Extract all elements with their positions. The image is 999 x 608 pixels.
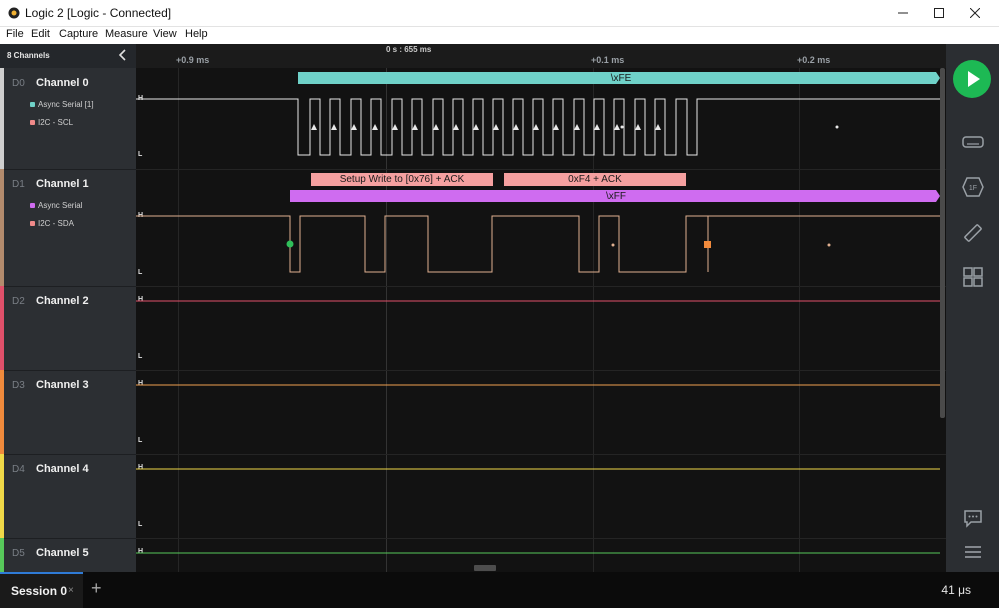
channel-count: 8 Channels: [7, 51, 50, 60]
i2c-ack-dot: [827, 243, 831, 247]
channel-0-signal: [136, 98, 940, 156]
horizontal-scrollbar-thumb[interactable]: [474, 565, 496, 571]
channel-panel-header: 8 Channels: [0, 44, 136, 68]
analyzer-icon[interactable]: 1F: [961, 175, 985, 199]
waveform-view[interactable]: 0 s : 655 ms +0.9 ms +0.1 ms +0.2 ms H L…: [136, 44, 946, 572]
channel-1-signal: [136, 215, 940, 273]
channel-row-0[interactable]: D0 Channel 0 Async Serial [1] I2C - SCL: [0, 68, 136, 170]
channel-color-stripe: [0, 169, 4, 286]
channel-row-3[interactable]: D3 Channel 3: [0, 370, 136, 455]
menu-bar: File Edit Capture Measure View Help: [0, 27, 999, 44]
session-close-button[interactable]: ×: [68, 585, 74, 596]
close-icon: [969, 7, 981, 19]
window-title: Logic 2 [Logic - Connected]: [25, 6, 172, 20]
i2c-start-marker: [286, 240, 294, 248]
analyzer-name: I2C - SCL: [38, 118, 74, 127]
i2c-address-label: Setup Write to [0x76] + ACK: [339, 174, 465, 185]
menu-help[interactable]: Help: [185, 28, 208, 40]
channel-color-stripe: [0, 538, 4, 572]
analyzer-label[interactable]: I2C - SDA: [30, 219, 75, 228]
vertical-scrollbar[interactable]: [940, 68, 945, 418]
right-sidebar: 1F: [946, 44, 999, 572]
channel-name[interactable]: Channel 3: [36, 379, 89, 391]
channel-id: D2: [12, 296, 25, 307]
device-icon[interactable]: [961, 130, 985, 154]
measure-icon[interactable]: [961, 221, 985, 245]
waveform-canvas: [136, 72, 940, 554]
session-name: Session 0: [11, 584, 68, 598]
clock-edge-markers: [311, 124, 839, 130]
channel-row-4[interactable]: D4 Channel 4: [0, 454, 136, 539]
analyzer-name: Async Serial [1]: [38, 100, 94, 109]
menu-measure[interactable]: Measure: [105, 28, 148, 40]
channel-id: D1: [12, 179, 25, 190]
minimize-icon: [898, 12, 908, 14]
i2c-stop-marker: [704, 241, 711, 248]
channel-row-5[interactable]: D5 Channel 5: [0, 538, 136, 572]
menu-capture[interactable]: Capture: [59, 28, 98, 40]
zoom-level-readout: 41 μs: [941, 583, 971, 597]
analyzer-color-dot: [30, 120, 35, 125]
channel-panel: 8 Channels D0 Channel 0 Async Serial [1]…: [0, 44, 136, 572]
channel-id: D3: [12, 380, 25, 391]
analyzer-color-dot: [30, 221, 35, 226]
add-session-button[interactable]: +: [91, 578, 102, 599]
channel-name[interactable]: Channel 0: [36, 77, 89, 89]
feedback-icon[interactable]: [961, 506, 985, 530]
analyzer-name: I2C - SDA: [38, 219, 75, 228]
close-button[interactable]: [958, 0, 992, 26]
svg-text:1F: 1F: [969, 185, 977, 192]
i2c-data-label: 0xF4 + ACK: [568, 174, 622, 185]
channel-row-1[interactable]: D1 Channel 1 Async Serial I2C - SDA: [0, 169, 136, 287]
maximize-icon: [934, 8, 944, 18]
analyzer-label[interactable]: Async Serial: [30, 201, 83, 210]
title-bar: Logic 2 [Logic - Connected]: [0, 0, 999, 27]
play-icon: [968, 71, 980, 87]
analyzer-label[interactable]: I2C - SCL: [30, 118, 74, 127]
menu-icon[interactable]: [961, 540, 985, 564]
session-bar: Session 0 × + 41 μs: [0, 572, 999, 608]
channel-name[interactable]: Channel 5: [36, 547, 89, 559]
menu-file[interactable]: File: [6, 28, 24, 40]
channel-id: D5: [12, 548, 25, 559]
menu-edit[interactable]: Edit: [31, 28, 50, 40]
analyzer-label[interactable]: Async Serial [1]: [30, 100, 94, 109]
session-tab[interactable]: Session 0 ×: [0, 572, 83, 608]
channel-id: D4: [12, 464, 25, 475]
maximize-button[interactable]: [922, 0, 956, 26]
channel-color-stripe: [0, 286, 4, 370]
channel-color-stripe: [0, 370, 4, 454]
menu-view[interactable]: View: [153, 28, 177, 40]
channel-row-2[interactable]: D2 Channel 2: [0, 286, 136, 371]
channel-name[interactable]: Channel 1: [36, 178, 89, 190]
start-capture-button[interactable]: [953, 60, 991, 98]
analyzer-color-dot: [30, 203, 35, 208]
channel-color-stripe: [0, 454, 4, 538]
analyzer-color-dot: [30, 102, 35, 107]
channel-color-stripe: [0, 68, 4, 169]
channel-id: D0: [12, 78, 25, 89]
async-serial-value-ch1: \xFF: [606, 191, 626, 202]
analyzer-name: Async Serial: [38, 201, 83, 210]
app-logo-icon: [8, 7, 20, 19]
channel-name[interactable]: Channel 2: [36, 295, 89, 307]
minimize-button[interactable]: [886, 0, 920, 26]
extensions-icon[interactable]: [961, 265, 985, 289]
chevron-left-icon[interactable]: [116, 48, 130, 62]
async-serial-value-ch0: \xFE: [610, 73, 632, 84]
i2c-ack-dot: [611, 243, 615, 247]
channel-name[interactable]: Channel 4: [36, 463, 89, 475]
